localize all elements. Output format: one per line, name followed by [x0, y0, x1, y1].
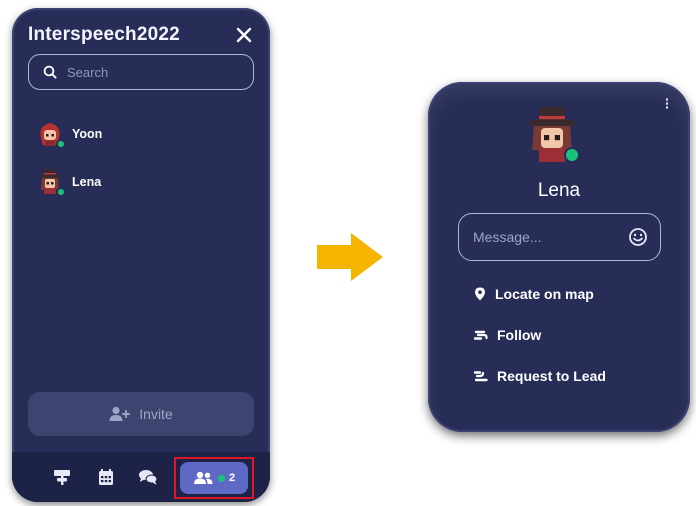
profile-name: Lena: [537, 180, 581, 201]
lead-icon: [474, 371, 488, 382]
avatar: [36, 168, 66, 197]
search-input[interactable]: [67, 64, 237, 80]
invite-label: Invite: [139, 406, 173, 422]
invite-button[interactable]: Invite: [28, 392, 254, 436]
profile-popup: Lena Locate on map Follow Request: [428, 82, 690, 432]
avatar: [36, 120, 66, 149]
follow-button[interactable]: Follow: [474, 327, 541, 343]
online-status-icon: [56, 139, 66, 149]
close-icon[interactable]: [234, 25, 254, 45]
add-user-icon: [109, 406, 131, 421]
action-label: Request to Lead: [497, 368, 606, 384]
action-label: Locate on map: [495, 286, 594, 302]
members-icon: [193, 471, 213, 484]
online-status-icon: [564, 147, 580, 163]
member-item-lena[interactable]: Lena: [36, 168, 102, 197]
member-item-yoon[interactable]: Yoon: [36, 120, 103, 149]
members-tab[interactable]: 2: [174, 457, 254, 499]
emoji-icon[interactable]: [628, 227, 648, 247]
members-panel: Interspeech2022 Yoon: [12, 8, 270, 502]
action-label: Follow: [497, 327, 542, 343]
bottom-toolbar: 2: [12, 452, 270, 502]
search-field[interactable]: [28, 54, 254, 90]
signpost-icon[interactable]: [52, 468, 72, 486]
panel-title: Interspeech2022: [28, 24, 180, 45]
location-pin-icon: [475, 287, 485, 301]
online-indicator: [217, 474, 225, 482]
member-name: Lena: [72, 175, 102, 189]
request-to-lead-button[interactable]: Request to Lead: [474, 368, 606, 384]
member-name: Yoon: [72, 127, 103, 141]
arrow-right-icon: [317, 233, 383, 281]
online-status-icon: [56, 187, 66, 197]
profile-avatar: [524, 106, 580, 164]
online-count: 2: [228, 472, 236, 484]
members-tab-button[interactable]: 2: [180, 462, 248, 494]
more-options-icon[interactable]: [664, 98, 670, 110]
locate-on-map-button[interactable]: Locate on map: [474, 286, 594, 302]
message-field[interactable]: [458, 213, 661, 261]
chat-icon[interactable]: [138, 468, 158, 486]
message-input[interactable]: [473, 229, 613, 245]
follow-icon: [474, 330, 488, 340]
panel-header: Interspeech2022: [28, 24, 254, 50]
calendar-icon[interactable]: [96, 468, 116, 486]
search-icon: [43, 65, 57, 79]
